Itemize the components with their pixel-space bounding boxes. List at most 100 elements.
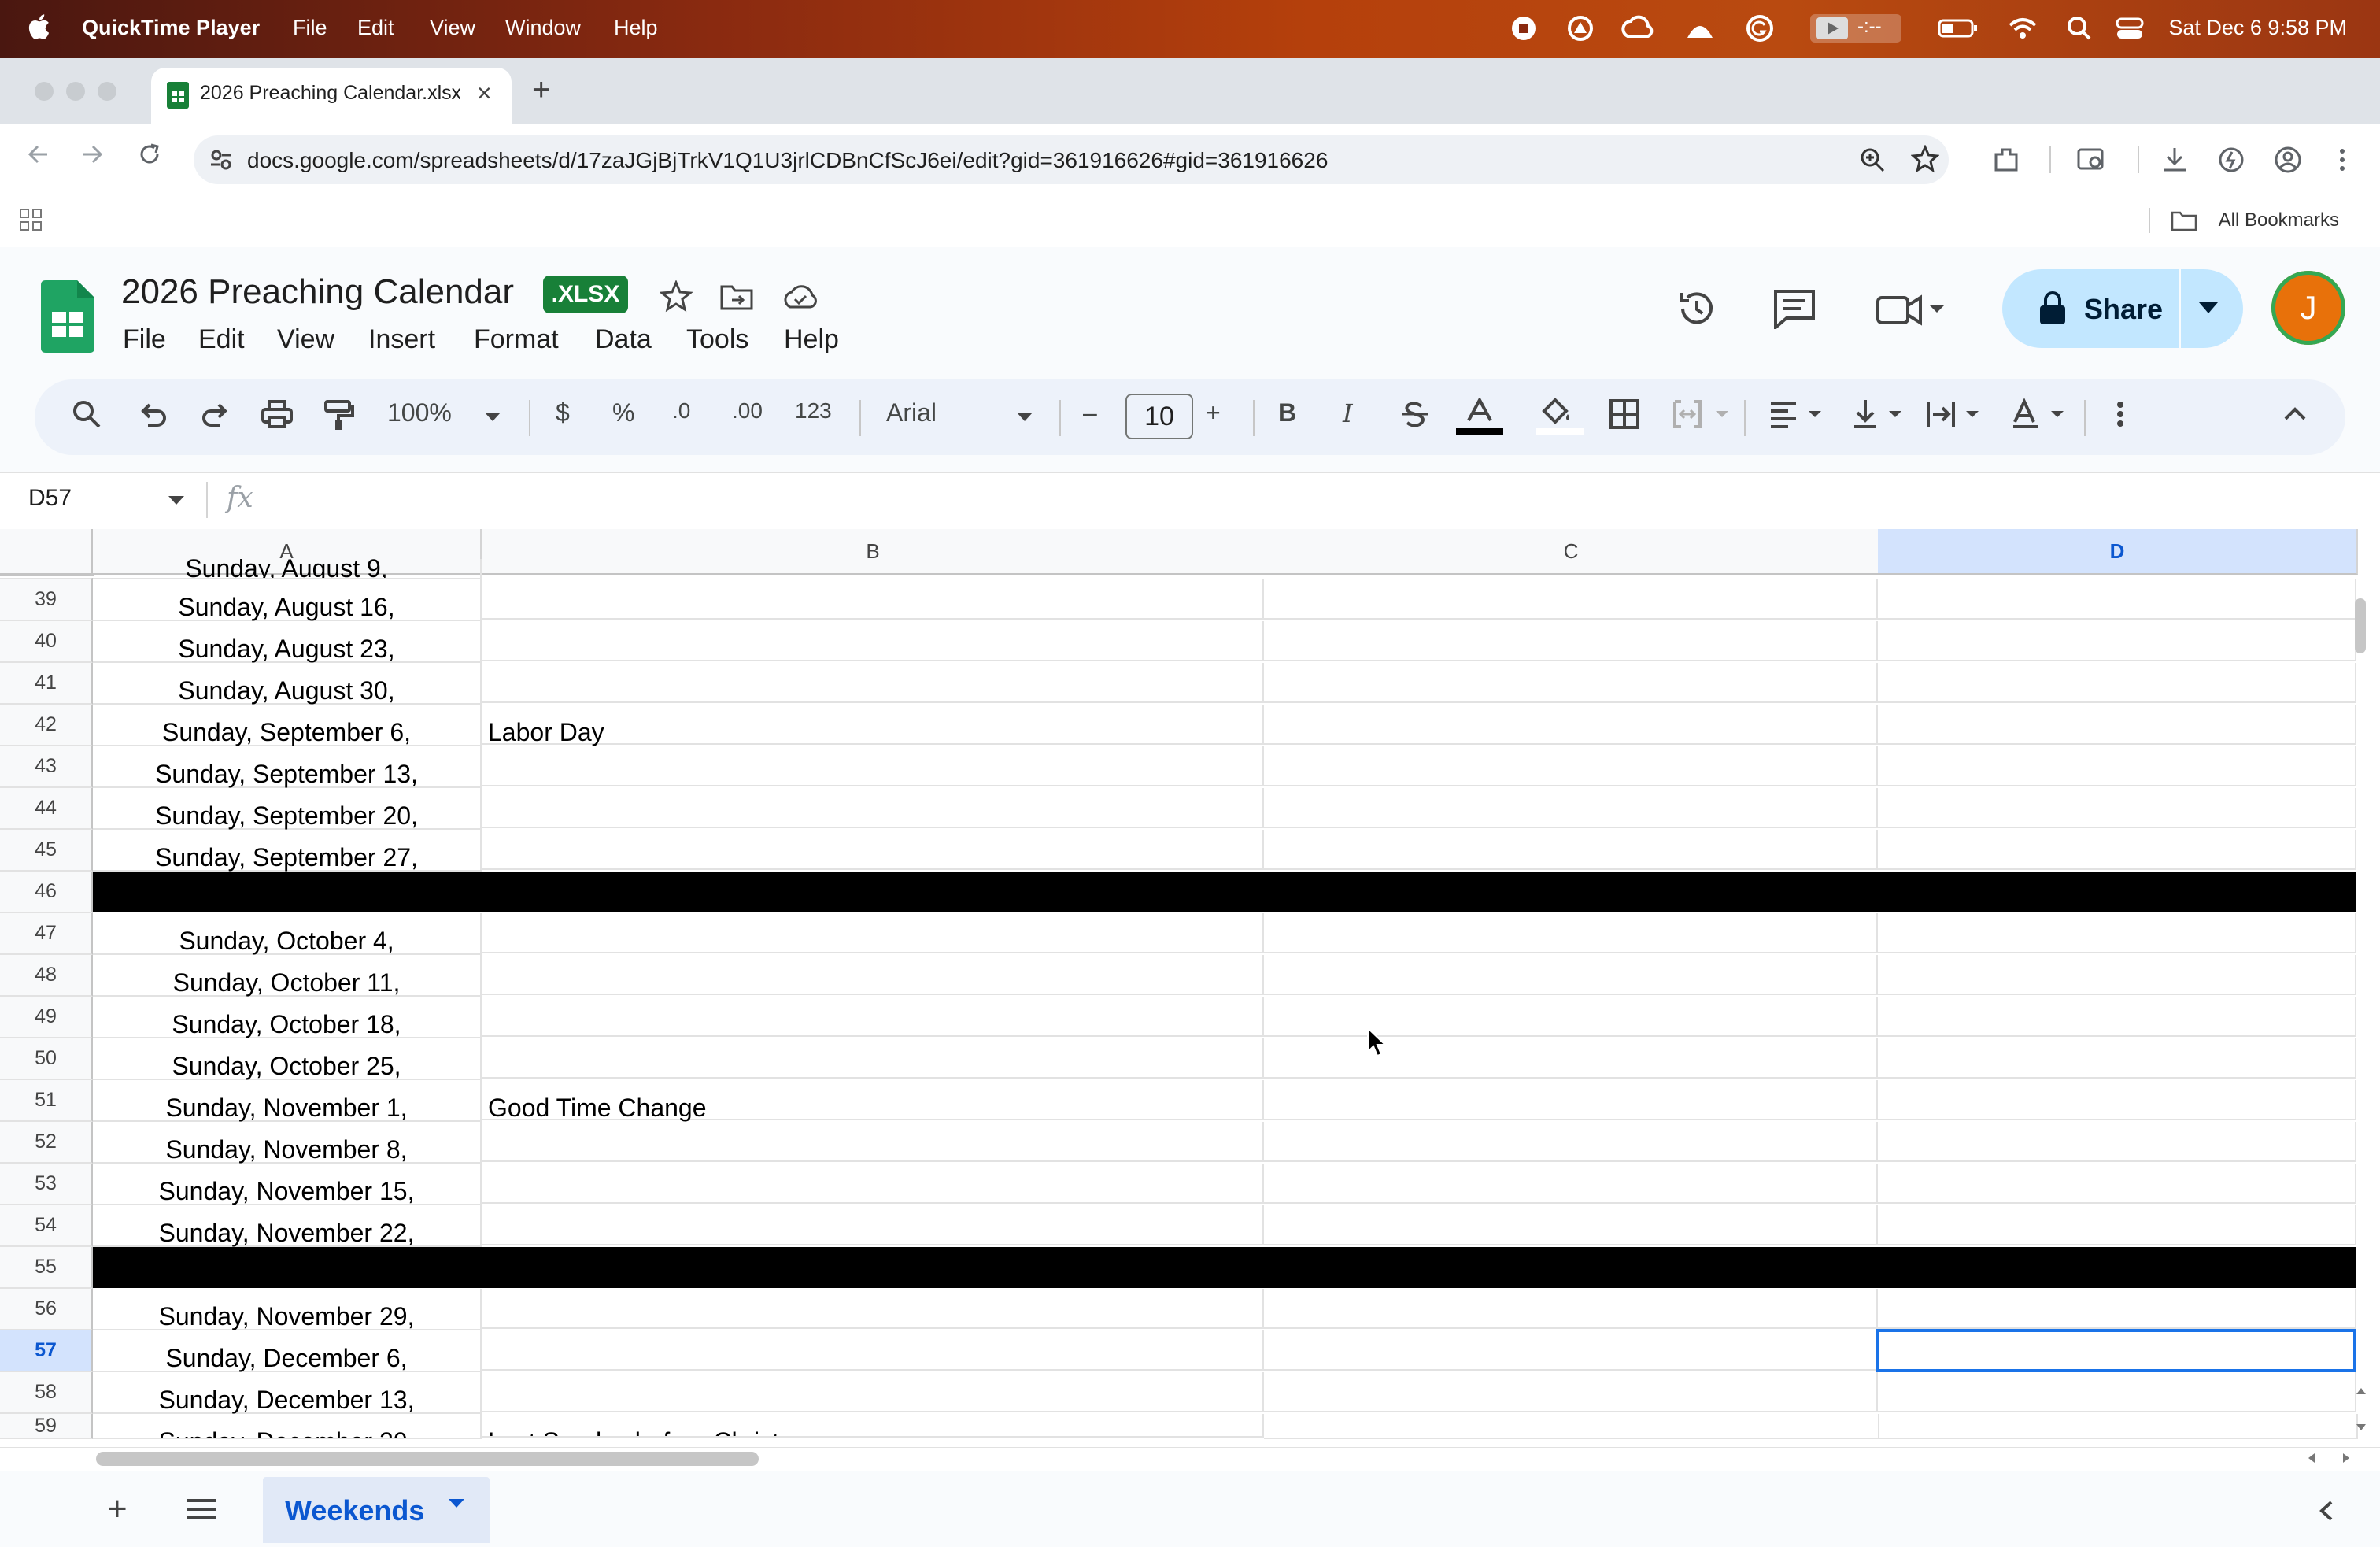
- cell-a54[interactable]: Sunday, November 22,: [93, 1205, 482, 1247]
- side-panel-toggle-icon[interactable]: [2314, 1497, 2338, 1524]
- reload-icon[interactable]: [135, 140, 164, 168]
- cell-b39[interactable]: [482, 579, 1264, 620]
- cell-d48[interactable]: [1878, 955, 2356, 995]
- text-rotation-icon[interactable]: [2010, 398, 2073, 430]
- row-header-52[interactable]: 52: [0, 1122, 93, 1164]
- scroll-left-icon[interactable]: [2306, 1452, 2317, 1464]
- cell-c57[interactable]: [1264, 1330, 1878, 1371]
- cell-c50[interactable]: [1264, 1038, 1878, 1079]
- back-icon[interactable]: [24, 140, 52, 168]
- menu-file[interactable]: File: [123, 324, 166, 355]
- share-button[interactable]: Share: [2002, 269, 2243, 348]
- cell-c48[interactable]: [1264, 955, 1878, 995]
- menu-insert[interactable]: Insert: [368, 324, 435, 355]
- percent-format-button[interactable]: %: [612, 398, 634, 427]
- cell-a41[interactable]: Sunday, August 30,: [93, 663, 482, 705]
- menu-view[interactable]: View: [277, 324, 334, 355]
- cell-b43[interactable]: [482, 746, 1264, 786]
- text-wrapping-icon[interactable]: [1925, 398, 1988, 430]
- increase-decimal-button[interactable]: .00: [732, 398, 763, 424]
- spreadsheet-grid[interactable]: A B C D Sunday, August 9, 39 Sunday, August 16…: [0, 529, 2380, 1447]
- forward-icon[interactable]: [79, 140, 107, 168]
- cell-b44[interactable]: [482, 788, 1264, 828]
- cell-a53[interactable]: Sunday, November 15,: [93, 1164, 482, 1205]
- cell-c44[interactable]: [1264, 788, 1878, 828]
- menu-format[interactable]: Format: [474, 324, 559, 355]
- column-header-d[interactable]: D: [1878, 529, 2358, 575]
- cell-a52[interactable]: Sunday, November 8,: [93, 1122, 482, 1164]
- number-format-button[interactable]: 123: [795, 398, 832, 424]
- all-sheets-icon[interactable]: [184, 1496, 219, 1523]
- window-zoom-button[interactable]: [98, 82, 116, 101]
- row-header-49[interactable]: 49: [0, 997, 93, 1038]
- menu-view[interactable]: View: [430, 16, 475, 40]
- cell-a39[interactable]: Sunday, August 16,: [93, 579, 482, 621]
- cell-d51[interactable]: [1878, 1080, 2356, 1120]
- cell-d54[interactable]: [1878, 1205, 2356, 1245]
- address-bar[interactable]: docs.google.com/spreadsheets/d/17zaJGjBj…: [194, 135, 1949, 184]
- screen-record-icon[interactable]: [1510, 14, 1538, 43]
- vpn-icon[interactable]: [1566, 14, 1595, 43]
- cell-c58[interactable]: [1264, 1372, 1878, 1412]
- italic-button[interactable]: I: [1343, 398, 1353, 428]
- row-header-54[interactable]: 54: [0, 1205, 93, 1247]
- cell-d52[interactable]: [1878, 1122, 2356, 1162]
- decrease-decimal-button[interactable]: .0: [672, 398, 690, 424]
- formula-input[interactable]: [268, 477, 2314, 523]
- cell-a50[interactable]: Sunday, October 25,: [93, 1038, 482, 1080]
- extensions-icon[interactable]: [1991, 145, 2021, 175]
- cloud-sync-icon[interactable]: [1621, 14, 1654, 43]
- row-header-40[interactable]: 40: [0, 621, 93, 663]
- move-folder-icon[interactable]: [719, 280, 754, 313]
- redo-icon[interactable]: [200, 398, 231, 430]
- sheet-tab-weekends[interactable]: Weekends: [263, 1477, 490, 1543]
- quicktime-playback-widget[interactable]: -:--: [1810, 14, 1901, 43]
- borders-icon[interactable]: [1609, 398, 1640, 430]
- name-box-dropdown-icon[interactable]: [167, 494, 186, 507]
- cell-a59[interactable]: Sunday, December 20,: [93, 1414, 482, 1439]
- cell-d56[interactable]: [1878, 1289, 2356, 1329]
- strikethrough-icon[interactable]: [1399, 398, 1431, 430]
- cell-b45[interactable]: [482, 830, 1264, 870]
- menu-file[interactable]: File: [293, 16, 327, 40]
- apple-icon[interactable]: [27, 13, 50, 41]
- cell-c52[interactable]: [1264, 1122, 1878, 1162]
- cell-c45[interactable]: [1264, 830, 1878, 870]
- row-header-41[interactable]: 41: [0, 663, 93, 705]
- cell-d41[interactable]: [1878, 663, 2356, 703]
- row-header-48[interactable]: 48: [0, 955, 93, 997]
- site-info-icon[interactable]: [208, 146, 235, 173]
- cell-d45[interactable]: [1878, 830, 2356, 870]
- cell-a57[interactable]: Sunday, December 6,: [93, 1330, 482, 1372]
- print-icon[interactable]: [260, 398, 294, 430]
- comments-icon[interactable]: [1772, 288, 1816, 329]
- bold-button[interactable]: B: [1278, 398, 1296, 427]
- new-tab-button[interactable]: +: [532, 72, 550, 108]
- cell-c49[interactable]: [1264, 997, 1878, 1037]
- cell-b41[interactable]: [482, 663, 1264, 703]
- wifi-icon[interactable]: [2007, 14, 2038, 43]
- menu-edit[interactable]: Edit: [357, 16, 394, 40]
- cell-a38[interactable]: Sunday, August 9,: [93, 559, 482, 579]
- column-header-c[interactable]: C: [1264, 529, 1879, 575]
- menu-edit[interactable]: Edit: [198, 324, 245, 355]
- row-header-57[interactable]: 57: [0, 1330, 93, 1372]
- cell-b52[interactable]: [482, 1122, 1264, 1162]
- menu-clock[interactable]: Sat Dec 6 9:58 PM: [2168, 16, 2347, 40]
- version-history-icon[interactable]: [1675, 287, 1719, 331]
- cell-a51[interactable]: Sunday, November 1,: [93, 1080, 482, 1122]
- currency-format-button[interactable]: $: [556, 398, 570, 427]
- row-header-46[interactable]: 46: [0, 872, 93, 913]
- decrease-font-size-button[interactable]: –: [1083, 398, 1097, 427]
- cell-c43[interactable]: [1264, 746, 1878, 786]
- cell-b57[interactable]: [482, 1330, 1264, 1371]
- document-title[interactable]: 2026 Preaching Calendar: [121, 272, 514, 312]
- cell-b47[interactable]: [482, 913, 1264, 953]
- cell-b58[interactable]: [482, 1372, 1264, 1412]
- vertical-align-icon[interactable]: [1851, 398, 1909, 430]
- cell-b49[interactable]: [482, 997, 1264, 1037]
- cell-d40[interactable]: [1878, 621, 2356, 661]
- zoom-icon[interactable]: [1859, 146, 1886, 173]
- tab-search-icon[interactable]: [2076, 145, 2108, 175]
- cell-c51[interactable]: [1264, 1080, 1878, 1120]
